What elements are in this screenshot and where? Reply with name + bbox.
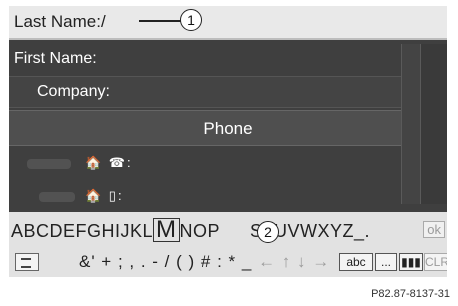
home-mobile-row[interactable]: 🏠 ▯: (9, 182, 447, 212)
home-phone-row[interactable]: 🏠 ☎: (9, 149, 447, 179)
letter-row[interactable]: ABCDEFGHIJKL M NOP STUVWXYZ_. (11, 218, 370, 242)
contact-entry-screen: Last Name:/ First Name: Company: Phone 🏠… (9, 6, 447, 277)
callout-1: 1 (180, 9, 202, 31)
ok-button[interactable]: ok (423, 221, 445, 238)
more-button[interactable]: ... (375, 253, 397, 271)
symbol-row[interactable]: &' + ; , . - / ( ) # : * _ ← ↑ ↓ → (79, 252, 330, 272)
callout-2: 2 (257, 221, 279, 243)
letters-before[interactable]: ABCDEFGHIJKL (11, 221, 153, 241)
back-key-icon[interactable] (15, 253, 39, 271)
company-row[interactable]: Company: (9, 76, 447, 108)
phone-header-label: Phone (203, 119, 253, 138)
keyboard-switch-icon[interactable]: ▮▮▮ (399, 253, 423, 271)
clear-button[interactable]: CLR (424, 253, 447, 271)
phone-section-header: Phone (9, 110, 447, 146)
character-keyboard: ABCDEFGHIJKL M NOP STUVWXYZ_. ok &' + ; , .… (9, 212, 447, 277)
arrow-keys[interactable]: ← ↑ ↓ → (258, 252, 330, 271)
scroll-track (421, 44, 447, 204)
home-mobile-icon: 🏠 ▯: (85, 188, 124, 203)
first-name-row[interactable]: First Name: (9, 44, 447, 74)
company-label: Company: (37, 83, 110, 100)
figure-code: P82.87-8137-31 (371, 288, 450, 300)
blurred-text (39, 192, 75, 202)
letters-after[interactable]: NOP (180, 221, 221, 241)
first-name-label: First Name: (14, 50, 97, 67)
home-phone-icon: 🏠 ☎: (85, 155, 133, 170)
selected-letter-key[interactable]: M (153, 218, 180, 242)
abc-button[interactable]: abc (339, 253, 373, 271)
callout-leader-1 (139, 20, 181, 22)
last-name-value: / (100, 12, 106, 31)
last-name-row[interactable]: Last Name:/ (9, 6, 447, 40)
last-name-label: Last Name:/ (14, 12, 106, 31)
blurred-text (27, 159, 71, 169)
symbol-keys[interactable]: &' + ; , . - / ( ) # : * _ (79, 252, 252, 271)
scrollbar[interactable] (401, 44, 421, 204)
